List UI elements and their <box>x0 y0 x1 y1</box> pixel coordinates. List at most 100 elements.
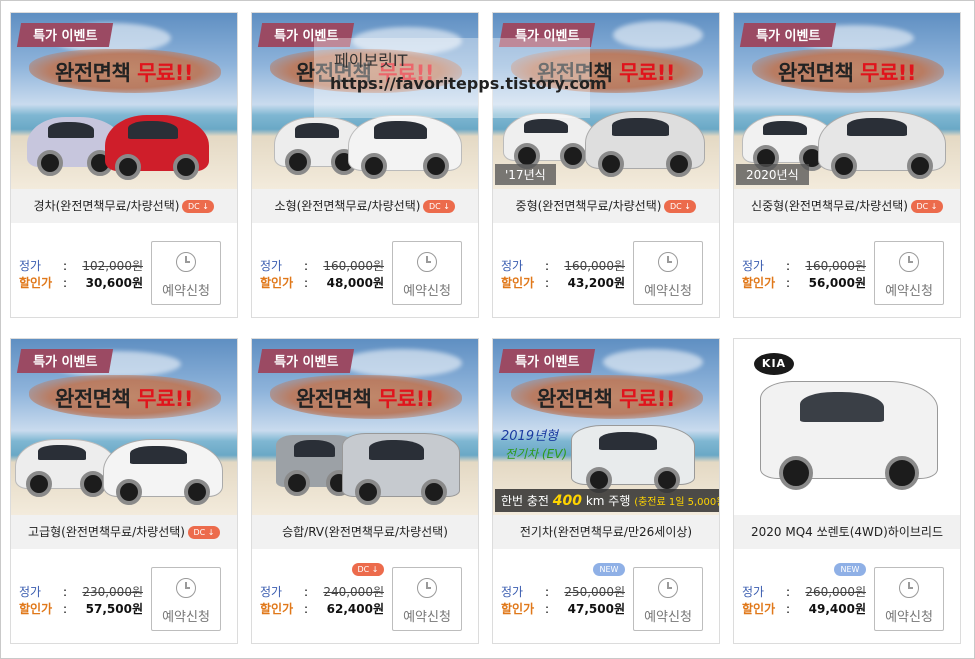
reserve-button[interactable]: 예약신청 <box>151 241 221 305</box>
new-badge: NEW <box>593 563 625 576</box>
car-image <box>103 439 223 505</box>
product-thumbnail[interactable]: 특가 이벤트 완전면책 무료!! <box>11 339 237 515</box>
clock-icon <box>658 252 678 272</box>
product-title[interactable]: 승합/RV(완전면책무료/차량선택) <box>252 515 478 549</box>
original-price-row: 정가:250,000원 <box>501 585 625 599</box>
sale-price: 48,000원 <box>326 276 384 290</box>
ev-year-handwriting: 2019년형 <box>501 429 559 444</box>
product-thumbnail[interactable]: 특가 이벤트 완전면책 무료!! 2020년식 <box>734 13 960 189</box>
sale-price: 49,400원 <box>808 602 866 616</box>
reserve-button[interactable]: 예약신청 <box>633 567 703 631</box>
product-title[interactable]: 고급형(완전면책무료/차량선택) DC ↓ <box>11 515 237 549</box>
event-badge: 특가 이벤트 <box>739 23 837 47</box>
sale-price-row: 할인가:48,000원 <box>260 276 384 290</box>
dc-badge: DC ↓ <box>182 200 215 213</box>
car-image <box>348 115 462 179</box>
product-thumbnail[interactable]: 특가 이벤트 완전면책 무료!! <box>252 339 478 515</box>
product-thumbnail[interactable]: 특가 이벤트 완전면책 무료!! <box>11 13 237 189</box>
product-card-luxury[interactable]: 특가 이벤트 완전면책 무료!! 고급형(완전면책무료/차량선택) DC ↓ 정가… <box>10 338 238 644</box>
original-price-row: 정가:160,000원 <box>742 259 866 273</box>
product-title[interactable]: 전기차(완전면책무료/만26세이상) <box>493 515 719 549</box>
product-title[interactable]: 경차(완전면책무료/차량선택) DC ↓ <box>11 189 237 223</box>
sale-price-row: 할인가:43,200원 <box>501 276 625 290</box>
promo-headline: 완전면책 무료!! <box>778 61 916 85</box>
product-title[interactable]: 2020 MQ4 쏘렌토(4WD)하이브리드 <box>734 515 960 549</box>
product-title[interactable]: 신중형(완전면책무료/차량선택) DC ↓ <box>734 189 960 223</box>
product-card-electric[interactable]: 특가 이벤트 완전면책 무료!! 2019년형 전기차 (EV) 한번 충전 4… <box>492 338 720 644</box>
promo-headline: 완전면책 무료!! <box>55 61 193 85</box>
sale-price-row: 할인가:49,400원 <box>742 602 866 616</box>
product-card-van-rv[interactable]: 특가 이벤트 완전면책 무료!! 승합/RV(완전면책무료/차량선택) DC ↓… <box>251 338 479 644</box>
original-price: 240,000원 <box>323 585 384 599</box>
original-price: 160,000원 <box>805 259 866 273</box>
promo-headline: 완전면책 무료!! <box>296 387 434 411</box>
car-image <box>503 113 597 169</box>
sale-price: 30,600원 <box>85 276 143 290</box>
original-price: 250,000원 <box>564 585 625 599</box>
sale-price: 56,000원 <box>808 276 866 290</box>
model-year-label: '17년식 <box>495 164 556 185</box>
clock-icon <box>176 578 196 598</box>
new-badge: NEW <box>834 563 866 576</box>
product-thumbnail[interactable]: KIA <box>734 339 960 515</box>
sale-price: 43,200원 <box>567 276 625 290</box>
dc-badge: DC ↓ <box>187 526 220 539</box>
product-card-sorento-hybrid[interactable]: KIA 2020 MQ4 쏘렌토(4WD)하이브리드 NEW 정가:260,00… <box>733 338 961 644</box>
reserve-button[interactable]: 예약신청 <box>874 241 944 305</box>
original-price: 160,000원 <box>564 259 625 273</box>
promo-headline: 완전면책 무료!! <box>537 387 675 411</box>
event-badge: 특가 이벤트 <box>498 349 596 373</box>
sale-price-row: 할인가:47,500원 <box>501 602 625 616</box>
car-image <box>585 111 705 177</box>
event-badge: 특가 이벤트 <box>16 349 114 373</box>
reserve-button[interactable]: 예약신청 <box>392 241 462 305</box>
car-image <box>571 425 695 493</box>
car-image <box>105 115 209 180</box>
clock-icon <box>658 578 678 598</box>
product-title[interactable]: 중형(완전면책무료/차량선택) DC ↓ <box>493 189 719 223</box>
reserve-button[interactable]: 예약신청 <box>633 241 703 305</box>
car-image <box>15 439 117 497</box>
sale-price-row: 할인가:57,500원 <box>19 602 143 616</box>
clock-icon <box>176 252 196 272</box>
product-title[interactable]: 소형(완전면책무료/차량선택) DC ↓ <box>252 189 478 223</box>
reserve-button[interactable]: 예약신청 <box>151 567 221 631</box>
sale-price-row: 할인가:30,600원 <box>19 276 143 290</box>
product-thumbnail[interactable]: 특가 이벤트 완전면책 무료!! 2019년형 전기차 (EV) 한번 충전 4… <box>493 339 719 515</box>
sale-price-row: 할인가:62,400원 <box>260 602 384 616</box>
car-image <box>760 381 938 490</box>
original-price-row: 정가:260,000원 <box>742 585 866 599</box>
sale-price: 62,400원 <box>326 602 384 616</box>
product-card-new-midsize[interactable]: 특가 이벤트 완전면책 무료!! 2020년식 신중형(완전면책무료/차량선택)… <box>733 12 961 318</box>
promo-headline: 완전면책 무료!! <box>55 387 193 411</box>
event-badge: 특가 이벤트 <box>16 23 114 47</box>
event-badge: 특가 이벤트 <box>257 349 355 373</box>
ev-type-handwriting: 전기차 (EV) <box>505 447 568 461</box>
ev-range-caption: 한번 충전 400 km 주행 (충전료 1일 5,000원) <box>495 489 719 512</box>
clock-icon <box>899 252 919 272</box>
original-price: 260,000원 <box>805 585 866 599</box>
dc-badge: DC ↓ <box>910 200 943 213</box>
original-price-row: 정가:160,000원 <box>260 259 384 273</box>
sale-price-row: 할인가:56,000원 <box>742 276 866 290</box>
original-price: 102,000원 <box>82 259 143 273</box>
product-card-compact[interactable]: 특가 이벤트 완전면책 무료!! 경차(완전면책무료/차량선택) DC ↓ 정가:… <box>10 12 238 318</box>
original-price: 160,000원 <box>323 259 384 273</box>
dc-badge: DC ↓ <box>423 200 456 213</box>
kia-logo: KIA <box>754 353 794 375</box>
watermark-url: https://favoritepps.tistory.com <box>330 74 607 93</box>
dc-badge: DC ↓ <box>664 200 697 213</box>
original-price: 230,000원 <box>82 585 143 599</box>
car-image <box>818 111 946 179</box>
dc-badge: DC ↓ <box>352 563 384 576</box>
watermark-blog-name: 페이보릿IT <box>334 51 408 70</box>
reserve-button[interactable]: 예약신청 <box>392 567 462 631</box>
clock-icon <box>417 252 437 272</box>
model-year-label: 2020년식 <box>736 164 809 185</box>
reserve-button[interactable]: 예약신청 <box>874 567 944 631</box>
original-price-row: 정가:240,000원 <box>260 585 384 599</box>
original-price-row: 정가:230,000원 <box>19 585 143 599</box>
sale-price: 57,500원 <box>85 602 143 616</box>
clock-icon <box>899 578 919 598</box>
original-price-row: 정가:160,000원 <box>501 259 625 273</box>
